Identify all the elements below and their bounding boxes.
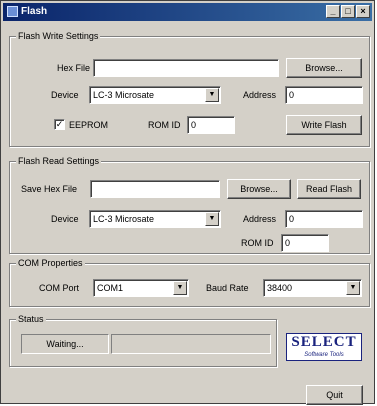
close-icon[interactable]: ×: [356, 5, 370, 18]
read-rom-id-input[interactable]: 0: [281, 234, 329, 252]
progress-bar: [111, 334, 271, 354]
write-address-label: Address: [243, 90, 277, 100]
baud-rate-label: Baud Rate: [206, 283, 249, 293]
read-rom-id-label: ROM ID: [241, 238, 274, 248]
eeprom-label: EEPROM: [69, 120, 109, 130]
logo-main-text: SELECT: [291, 334, 357, 350]
maximize-icon[interactable]: □: [341, 5, 355, 18]
title-bar[interactable]: Flash _ □ ×: [3, 3, 372, 21]
write-browse-button[interactable]: Browse...: [286, 58, 362, 78]
flash-window: Flash _ □ × Flash Write Settings Hex Fil…: [0, 0, 375, 405]
com-port-label: COM Port: [39, 283, 80, 293]
eeprom-checkbox[interactable]: ✓: [54, 119, 65, 130]
logo-sub-text: Software Tools: [304, 352, 344, 358]
read-device-select[interactable]: LC-3 Microsate ▼: [89, 210, 221, 228]
save-hex-label: Save Hex File: [21, 184, 78, 194]
status-text: Waiting...: [46, 339, 84, 349]
baud-rate-select[interactable]: 38400 ▼: [263, 279, 362, 297]
write-rom-id-label: ROM ID: [148, 120, 181, 130]
flash-write-group-title: Flash Write Settings: [16, 31, 101, 41]
write-rom-id-input[interactable]: 0: [187, 116, 235, 134]
save-hex-input[interactable]: [90, 180, 220, 198]
status-group-title: Status: [16, 314, 46, 324]
write-address-input[interactable]: 0: [285, 86, 363, 104]
quit-button[interactable]: Quit: [306, 385, 363, 405]
read-address-input[interactable]: 0: [285, 210, 363, 228]
hex-file-input[interactable]: [93, 59, 279, 77]
chevron-down-icon[interactable]: ▼: [205, 212, 219, 226]
select-logo: SELECT Software Tools: [286, 333, 362, 361]
flash-read-group-title: Flash Read Settings: [16, 156, 102, 166]
chevron-down-icon[interactable]: ▼: [346, 281, 360, 295]
read-flash-button[interactable]: Read Flash: [297, 179, 361, 199]
window-title: Flash: [21, 6, 48, 17]
read-browse-button[interactable]: Browse...: [227, 179, 291, 199]
chevron-down-icon[interactable]: ▼: [173, 281, 187, 295]
write-device-value: LC-3 Microsate: [93, 90, 155, 100]
write-device-select[interactable]: LC-3 Microsate ▼: [89, 86, 221, 104]
chevron-down-icon[interactable]: ▼: [205, 88, 219, 102]
read-address-label: Address: [243, 214, 277, 224]
com-port-select[interactable]: COM1 ▼: [93, 279, 189, 297]
minimize-icon[interactable]: _: [326, 5, 340, 18]
hex-file-label: Hex File: [57, 63, 91, 73]
com-properties-group-title: COM Properties: [16, 258, 85, 268]
app-icon: [7, 6, 18, 17]
write-flash-button[interactable]: Write Flash: [286, 115, 362, 135]
baud-rate-value: 38400: [267, 283, 293, 293]
com-port-value: COM1: [97, 283, 124, 293]
write-device-label: Device: [51, 90, 79, 100]
read-device-value: LC-3 Microsate: [93, 214, 155, 224]
status-text-panel: Waiting...: [21, 334, 109, 354]
read-device-label: Device: [51, 214, 79, 224]
